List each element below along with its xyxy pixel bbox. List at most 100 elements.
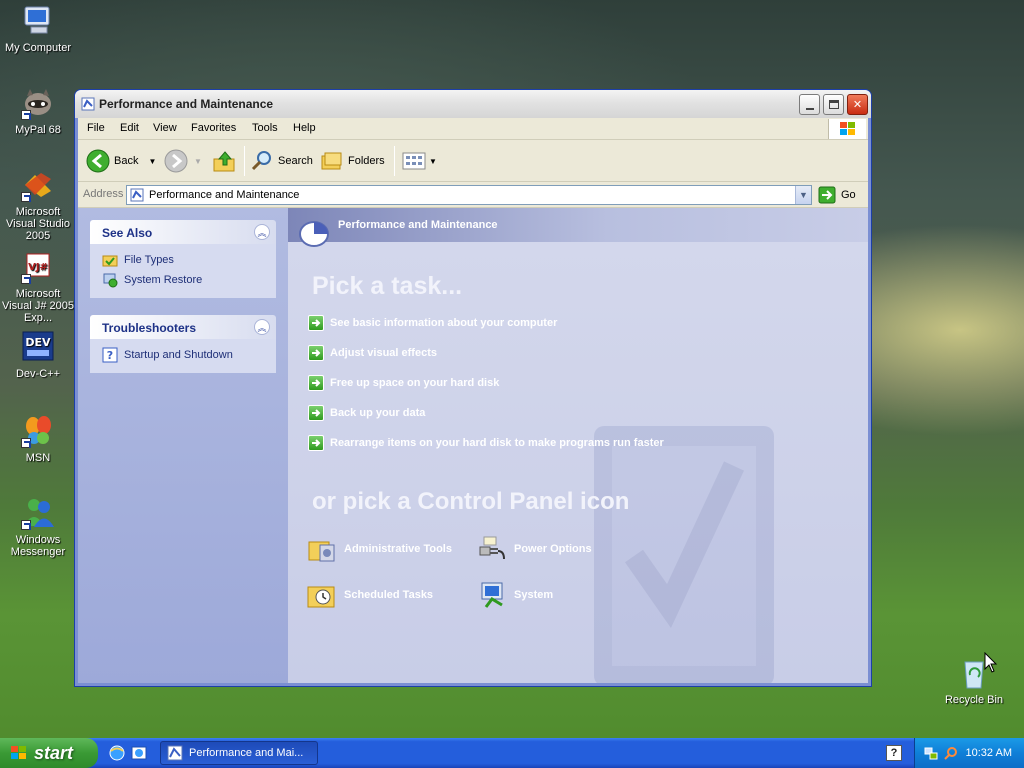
- troubleshooter-item-label: Startup and Shutdown: [124, 349, 233, 361]
- cp-icon-label: Scheduled Tasks: [344, 589, 434, 601]
- shortcut-arrow-icon: [21, 274, 31, 284]
- help-question-icon[interactable]: ?: [886, 745, 902, 761]
- views-button[interactable]: ▼: [402, 148, 437, 174]
- menu-view[interactable]: View: [153, 122, 177, 134]
- desktop-icon-visual-studio[interactable]: Microsoft Visual Studio 2005: [0, 168, 76, 242]
- green-arrow-icon: [308, 315, 324, 331]
- task-link-defragment[interactable]: Rearrange items on your hard disk to mak…: [308, 434, 664, 452]
- window-title: Performance and Maintenance: [99, 97, 274, 111]
- task-link-basic-info[interactable]: See basic information about your compute…: [308, 314, 557, 332]
- clock: 10:32 AM: [965, 747, 1012, 759]
- cp-icon-system[interactable]: System: [476, 578, 553, 612]
- cp-icon-power-options[interactable]: Power Options: [476, 532, 592, 566]
- task-link-visual-effects[interactable]: Adjust visual effects: [308, 344, 437, 362]
- see-also-header[interactable]: See Also ︽: [90, 220, 276, 244]
- task-label: Back up your data: [330, 407, 426, 419]
- address-field[interactable]: Performance and Maintenance ▼: [126, 185, 812, 205]
- system-tray: 10:32 AM: [914, 738, 1024, 768]
- desktop-icon-recycle-bin[interactable]: Recycle Bin: [936, 656, 1012, 706]
- close-button[interactable]: ✕: [847, 94, 868, 115]
- chevron-down-icon: ▼: [429, 156, 437, 166]
- task-link-backup[interactable]: Back up your data: [308, 404, 425, 422]
- taskbar: start Performance and Mai... ? 10:32 AM: [0, 738, 1024, 768]
- help-icon: ?: [102, 347, 118, 363]
- shortcut-arrow-icon: [21, 520, 31, 530]
- windows-logo-icon: [11, 746, 26, 759]
- see-also-item-system-restore[interactable]: System Restore: [102, 270, 264, 290]
- title-bar[interactable]: Performance and Maintenance ✕: [75, 90, 871, 118]
- minimize-icon: [805, 107, 814, 110]
- toolbar: Back ▼ ▼ Search Folders ▼: [78, 140, 868, 182]
- go-label: Go: [841, 189, 856, 201]
- desktop-icon-label: Windows Messenger: [10, 534, 66, 558]
- up-folder-button[interactable]: [212, 148, 238, 174]
- green-arrow-icon: [308, 375, 324, 391]
- desktop-icon-vjsharp[interactable]: VJ# Microsoft Visual J# 2005 Exp...: [0, 250, 76, 324]
- desktop-icon-label: Dev-C++: [15, 368, 61, 380]
- address-dropdown-button[interactable]: ▼: [795, 186, 811, 204]
- menu-file[interactable]: File: [87, 122, 105, 134]
- chevron-down-icon: ▼: [194, 156, 202, 166]
- category-title: Performance and Maintenance: [338, 219, 498, 231]
- desktop-icon-msn[interactable]: MSN: [0, 414, 76, 464]
- start-label: start: [34, 742, 74, 763]
- outlook-express-icon[interactable]: [130, 744, 148, 762]
- green-arrow-icon: [308, 405, 324, 421]
- desktop-icon-windows-messenger[interactable]: Windows Messenger: [0, 496, 76, 558]
- cp-icon-administrative-tools[interactable]: Administrative Tools: [306, 532, 452, 566]
- desktop-icon-my-computer[interactable]: My Computer: [0, 4, 76, 54]
- menu-bar: File Edit View Favorites Tools Help: [78, 118, 868, 140]
- windows-logo-icon: [828, 119, 866, 139]
- taskbar-button-window[interactable]: Performance and Mai...: [160, 741, 318, 765]
- network-icon[interactable]: [923, 745, 939, 761]
- desktop-icon-mypal[interactable]: MyPal 68: [0, 86, 76, 136]
- file-types-icon: [102, 255, 118, 267]
- maximize-button[interactable]: [823, 94, 844, 115]
- collapse-chevron-icon[interactable]: ︽: [254, 224, 270, 240]
- green-arrow-icon: [308, 345, 324, 361]
- menu-favorites[interactable]: Favorites: [191, 122, 236, 134]
- menu-help[interactable]: Help: [293, 122, 316, 134]
- green-arrow-icon: [308, 435, 324, 451]
- explorer-window: Performance and Maintenance ✕ File Edit …: [74, 89, 872, 687]
- desktop-icon-devcpp[interactable]: DEV Dev-C++: [0, 330, 76, 380]
- shortcut-arrow-icon: [21, 438, 31, 448]
- cp-icon-label: Power Options: [514, 543, 592, 555]
- control-panel-icon: [130, 188, 144, 202]
- desktop-icon-label: MSN: [25, 452, 51, 464]
- address-label: Address: [83, 188, 124, 200]
- troubleshooters-header[interactable]: Troubleshooters ︽: [90, 315, 276, 339]
- cp-icon-label: System: [514, 589, 554, 601]
- forward-arrow-icon: [164, 149, 188, 173]
- search-tray-icon[interactable]: [943, 745, 959, 761]
- see-also-item-file-types[interactable]: File Types: [102, 250, 264, 270]
- menu-edit[interactable]: Edit: [120, 122, 139, 134]
- forward-button[interactable]: ▼: [164, 148, 202, 174]
- chevron-down-icon: ▼: [799, 190, 808, 200]
- system-restore-icon: [103, 273, 118, 288]
- minimize-button[interactable]: [799, 94, 820, 115]
- internet-explorer-icon[interactable]: [108, 744, 126, 762]
- pick-icon-heading: or pick a Control Panel icon: [312, 488, 630, 515]
- performance-category-icon: [299, 221, 329, 247]
- start-button[interactable]: start: [0, 738, 98, 768]
- desktop-icon-label: Recycle Bin: [944, 694, 1004, 706]
- collapse-chevron-icon[interactable]: ︽: [254, 319, 270, 335]
- troubleshooter-item-startup[interactable]: ? Startup and Shutdown: [102, 345, 264, 365]
- search-icon: [251, 151, 271, 171]
- task-label: Rearrange items on your hard disk to mak…: [330, 437, 664, 449]
- go-button[interactable]: Go: [818, 185, 856, 205]
- desktop-icon-label: Microsoft Visual Studio 2005: [5, 206, 70, 242]
- content-area: See Also ︽ File Types System Restore Tro…: [78, 208, 868, 683]
- pick-task-heading: Pick a task...: [312, 272, 463, 300]
- back-button[interactable]: Back ▼: [86, 148, 156, 174]
- search-button[interactable]: Search: [250, 148, 313, 174]
- menu-tools[interactable]: Tools: [252, 122, 278, 134]
- chevron-down-icon[interactable]: ▼: [148, 157, 156, 166]
- see-also-item-label: File Types: [124, 254, 174, 266]
- visual-studio-icon: [21, 168, 55, 202]
- cp-icon-scheduled-tasks[interactable]: Scheduled Tasks: [306, 578, 433, 612]
- folders-button[interactable]: Folders: [320, 148, 385, 174]
- task-link-free-space[interactable]: Free up space on your hard disk: [308, 374, 499, 392]
- folders-label: Folders: [348, 155, 385, 167]
